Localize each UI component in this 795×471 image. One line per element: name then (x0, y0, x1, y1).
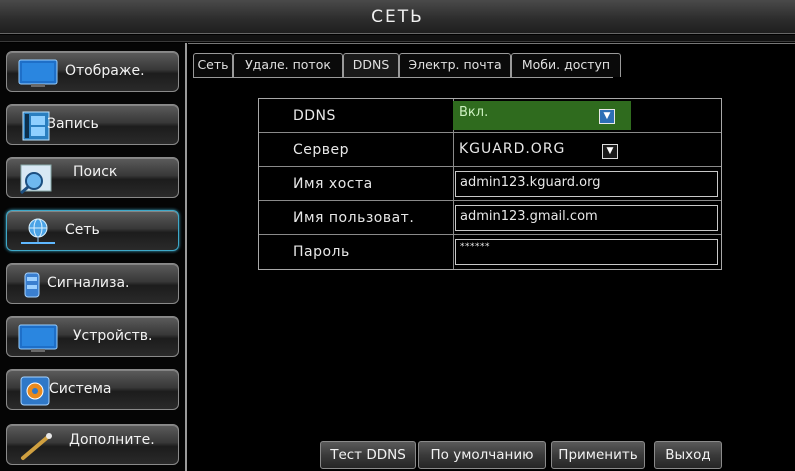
hostname-field[interactable]: admin123.kguard.org (455, 171, 718, 197)
content-panel: Сеть Удале. поток DDNS Электр. почта Моб… (188, 43, 795, 471)
tab-ddns[interactable]: DDNS (343, 53, 399, 77)
column-divider (453, 133, 454, 166)
ddns-label: DDNS (293, 108, 336, 124)
column-divider (453, 167, 454, 200)
sidebar-item-label: Дополните. (69, 432, 155, 448)
device-monitor-icon (18, 324, 58, 352)
monitor-icon (18, 59, 58, 87)
server-label: Сервер (293, 142, 350, 158)
sidebar-item-label: Поиск (73, 164, 118, 180)
chevron-down-icon[interactable]: ▼ (599, 109, 615, 124)
hostname-row: Имя хоста admin123.kguard.org (259, 167, 721, 201)
sidebar-item-label: Сигнализа. (47, 275, 130, 291)
sidebar-item-system[interactable]: Система (6, 369, 179, 410)
username-row: Имя пользоват. admin123.gmail.com (259, 201, 721, 235)
password-row: Пароль ****** (259, 235, 721, 269)
chevron-down-icon[interactable]: ▼ (602, 144, 618, 159)
tool-icon (21, 433, 52, 460)
sidebar-item-label: Запись (47, 116, 99, 132)
sidebar-item-label: Устройств. (73, 328, 153, 344)
column-divider (453, 235, 454, 269)
ddns-row: DDNS Вкл. ▼ (259, 99, 721, 133)
apply-button[interactable]: Применить (551, 441, 645, 469)
password-label: Пароль (293, 244, 350, 260)
ddns-form: DDNS Вкл. ▼ Сервер KGUARD.ORG ▼ Имя хост… (258, 98, 722, 270)
title-divider (0, 35, 795, 42)
sidebar-item-label: Сеть (65, 222, 100, 238)
test-ddns-button[interactable]: Тест DDNS (320, 441, 416, 469)
magnifier-icon (20, 164, 52, 195)
sidebar-item-alarm[interactable]: Сигнализа. (6, 263, 179, 304)
sidebar-item-label: Отображе. (65, 63, 145, 79)
hostname-label: Имя хоста (293, 176, 373, 192)
server-row: Сервер KGUARD.ORG ▼ (259, 133, 721, 167)
ddns-select-value: Вкл. (459, 105, 489, 120)
password-field[interactable]: ****** (455, 239, 718, 265)
tab-network[interactable]: Сеть (193, 53, 233, 77)
tab-email[interactable]: Электр. почта (399, 53, 511, 77)
globe-network-icon (21, 218, 55, 244)
sidebar-item-network[interactable]: Сеть (6, 210, 179, 251)
sidebar-item-display[interactable]: Отображе. (6, 51, 179, 92)
username-field[interactable]: admin123.gmail.com (455, 205, 718, 231)
sidebar: Отображе. Запись Поиск Сеть Сигнализа. У… (0, 43, 187, 471)
column-divider (453, 201, 454, 234)
tab-mobile-access[interactable]: Моби. доступ (511, 53, 621, 77)
server-select-value[interactable]: KGUARD.ORG (459, 141, 565, 157)
sidebar-item-label: Система (49, 381, 112, 397)
username-label: Имя пользоват. (293, 210, 415, 226)
window-title: СЕТЬ (0, 0, 795, 34)
sidebar-item-advanced[interactable]: Дополните. (6, 424, 179, 465)
tab-remote-stream[interactable]: Удале. поток (233, 53, 343, 77)
exit-button[interactable]: Выход (654, 441, 722, 469)
sidebar-item-device[interactable]: Устройств. (6, 316, 179, 357)
ddns-enable-select[interactable]: Вкл. ▼ (453, 101, 631, 130)
sidebar-item-search[interactable]: Поиск (6, 157, 179, 198)
tab-underline (193, 77, 613, 78)
default-button[interactable]: По умолчанию (418, 441, 546, 469)
sidebar-item-record[interactable]: Запись (6, 104, 179, 145)
